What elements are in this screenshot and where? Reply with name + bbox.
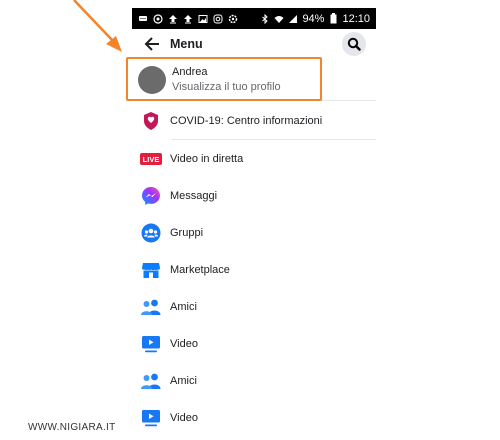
menu-item-label: Amici bbox=[170, 374, 197, 387]
upload-icon bbox=[168, 14, 178, 24]
menu-item-messages[interactable]: Messaggi bbox=[132, 177, 376, 214]
menu-item-label: Gruppi bbox=[170, 226, 204, 239]
menu-item-label: Video bbox=[170, 411, 198, 424]
live-icon: LIVE bbox=[140, 148, 162, 170]
search-button[interactable] bbox=[342, 32, 366, 56]
menu-item-live-video[interactable]: LIVE Video in diretta bbox=[132, 140, 376, 177]
video-icon bbox=[140, 407, 162, 429]
menu-item-label: Video bbox=[170, 337, 198, 350]
image-icon bbox=[198, 14, 208, 24]
menu-item-video[interactable]: Video bbox=[132, 325, 376, 362]
app-bar: Menu bbox=[132, 29, 376, 59]
bluetooth-icon bbox=[260, 13, 270, 24]
groups-icon bbox=[140, 222, 162, 244]
battery-level: 94% bbox=[302, 12, 325, 25]
menu-item-marketplace[interactable]: Marketplace bbox=[132, 251, 376, 288]
menu-item-video[interactable]: Video bbox=[132, 399, 376, 436]
page-title: Menu bbox=[170, 37, 203, 51]
clock: 12:10 bbox=[342, 12, 370, 25]
video-icon bbox=[140, 333, 162, 355]
friends-icon bbox=[140, 370, 162, 392]
menu-item-friends[interactable]: Amici bbox=[132, 288, 376, 325]
menu-item-label: Marketplace bbox=[170, 263, 230, 276]
menu-item-friends[interactable]: Amici bbox=[132, 362, 376, 399]
menu-item-groups[interactable]: Gruppi bbox=[132, 214, 376, 251]
covid-shield-icon bbox=[140, 110, 162, 132]
search-icon bbox=[347, 37, 361, 51]
live-badge-text: LIVE bbox=[143, 155, 160, 164]
friends-icon bbox=[140, 296, 162, 318]
marketplace-icon bbox=[140, 259, 162, 281]
menu-item-label: COVID-19: Centro informazioni bbox=[170, 114, 323, 127]
status-bar: 94% 12:10 bbox=[132, 8, 376, 29]
menu-item-label: Amici bbox=[170, 300, 197, 313]
menu-item-label: Messaggi bbox=[170, 189, 218, 202]
messenger-icon bbox=[140, 185, 162, 207]
settings-icon bbox=[228, 14, 238, 24]
watermark: WWW.NIGIARA.IT bbox=[28, 422, 116, 433]
back-arrow-icon bbox=[144, 37, 159, 51]
battery-icon bbox=[328, 13, 338, 24]
menu-list: COVID-19: Centro informazioni LIVE Video… bbox=[132, 102, 376, 436]
instagram-icon bbox=[213, 14, 223, 24]
menu-item-covid[interactable]: COVID-19: Centro informazioni bbox=[132, 102, 376, 139]
menu-item-label: Video in diretta bbox=[170, 152, 244, 165]
wifi-icon bbox=[274, 14, 284, 24]
back-button[interactable] bbox=[136, 29, 168, 59]
signal-icon bbox=[288, 14, 298, 24]
upload-icon bbox=[183, 14, 193, 24]
profile-highlight-box bbox=[126, 57, 322, 101]
messages-icon bbox=[138, 14, 148, 24]
annotation-arrow bbox=[73, 0, 122, 52]
skype-icon bbox=[153, 13, 163, 24]
